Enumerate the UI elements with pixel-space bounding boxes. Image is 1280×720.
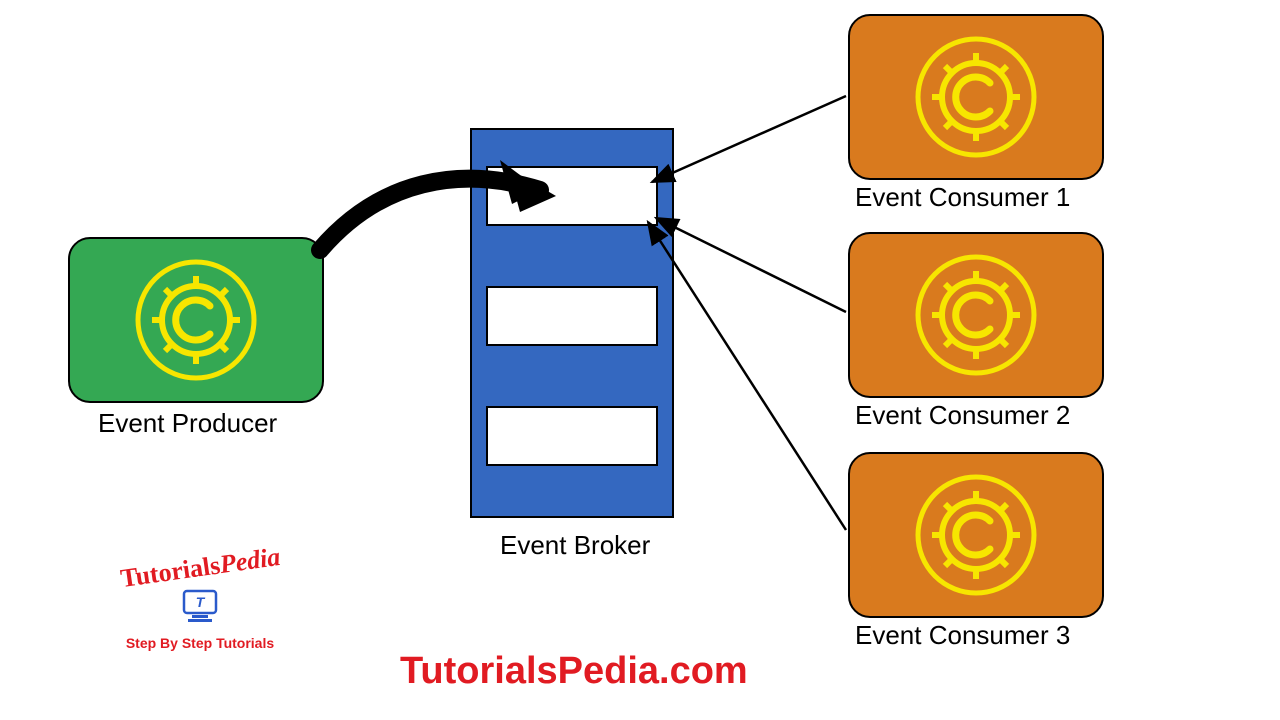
event-consumer-2-label: Event Consumer 2 [855, 400, 1070, 431]
logo-word-2: Pedia [217, 542, 281, 579]
tutorialspedia-logo: TutorialsPedia T Step By Step Tutorials [90, 555, 310, 651]
svg-text:T: T [196, 594, 206, 610]
event-consumer-3-label: Event Consumer 3 [855, 620, 1070, 651]
event-broker-label: Event Broker [500, 530, 650, 561]
event-broker-node [470, 128, 674, 518]
event-consumer-3-node [848, 452, 1104, 618]
event-consumer-1-node [848, 14, 1104, 180]
event-producer-label: Event Producer [98, 408, 277, 439]
logo-tagline: Step By Step Tutorials [90, 635, 310, 651]
gear-icon [906, 27, 1046, 167]
event-producer-node [68, 237, 324, 403]
event-consumer-1-label: Event Consumer 1 [855, 182, 1070, 213]
broker-slot-1 [486, 166, 658, 226]
gear-icon [906, 465, 1046, 605]
broker-slot-3 [486, 406, 658, 466]
site-url-text: TutorialsPedia.com [400, 650, 748, 693]
gear-icon [906, 245, 1046, 385]
broker-slot-2 [486, 286, 658, 346]
event-consumer-2-node [848, 232, 1104, 398]
gear-icon [126, 250, 266, 390]
monitor-icon: T [178, 585, 222, 629]
